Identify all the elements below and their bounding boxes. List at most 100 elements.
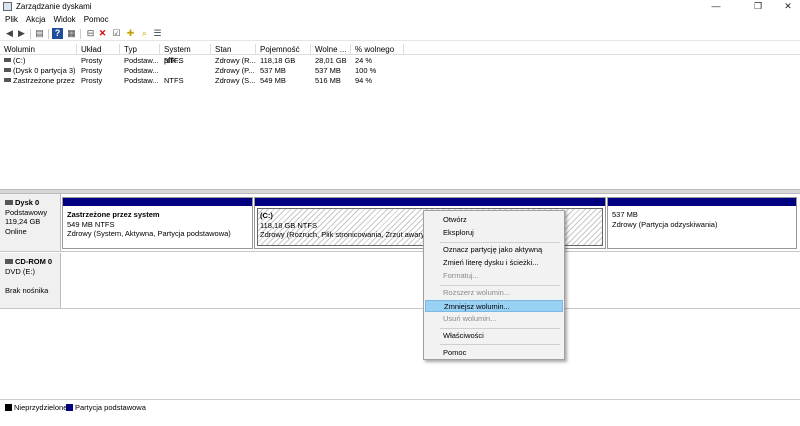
cell-wolumin: (Dysk 0 partycja 3) [0,66,77,76]
disk-size: 119,24 GB [5,217,41,226]
cell-typ: Podstaw... [124,76,159,85]
forward-arrow-icon[interactable]: ▶ [16,28,27,39]
cell-typ: Podstaw... [124,66,159,75]
partition-body: 537 MB Zdrowy (Partycja odzyskiwania) [610,208,794,246]
cell-wolumin: (C:) [0,56,77,66]
disk-status: Online [5,226,27,236]
cell-pojemnosc: 549 MB [260,76,286,85]
cell-pojemnosc: 118,18 GB [260,56,296,65]
minimize-button[interactable]: — [704,0,728,13]
toolbar-separator [30,29,31,39]
menu-item-oznacz-jako-aktywna[interactable]: Oznacz partycję jako aktywną [425,244,563,256]
cell-text: (C:) [13,56,26,65]
cell-stan: Zdrowy (R... [215,56,256,65]
menu-item-eksploruj[interactable]: Eksploruj [425,227,563,239]
title-bar: Zarządzanie dyskami — ❐ ✕ [0,0,800,13]
delete-icon[interactable]: ✕ [97,28,108,39]
column-header-wolumin[interactable]: Wolumin [0,44,77,55]
legend-swatch-primary-partition [66,404,73,411]
menu-item-usun-wolumin[interactable]: Usuń wolumin... [425,313,563,325]
partition-status: Zdrowy (System, Aktywna, Partycja podsta… [67,229,231,238]
partition-size: 549 MB NTFS [67,219,115,229]
partition-recovery[interactable]: 537 MB Zdrowy (Partycja odzyskiwania) [607,197,797,249]
cell-text: Zastrzeżone przez ... [13,76,77,85]
connect-icon[interactable]: ⊟ [85,28,96,39]
volume-drive-icon [4,78,11,82]
back-arrow-icon[interactable]: ◀ [4,28,15,39]
close-button[interactable]: ✕ [776,0,800,13]
cell-system-plikow: NTFS [164,76,184,85]
legend: Nieprzydzielone Partycja podstawowa [0,399,800,413]
disk-status: Brak nośnika [5,285,49,295]
disk-name: Dysk 0 [15,198,40,207]
menu-item-otworz[interactable]: Otwórz [425,214,563,226]
menu-separator [440,328,560,329]
cell-text: (Dysk 0 partycja 3) [13,66,76,75]
cell-stan: Zdrowy (P... [215,66,255,75]
help-icon[interactable]: ? [52,28,63,39]
cell-wolne: 516 MB [315,76,341,85]
column-header-system-plikow[interactable]: System plik... [160,44,211,65]
window-title: Zarządzanie dyskami [16,2,92,11]
cell-wolumin: Zastrzeżone przez ... [0,76,77,86]
column-header-procent-wolnego[interactable]: % wolnego [351,44,404,55]
volume-drive-icon [4,58,11,62]
disk-label-dysk-0[interactable]: Dysk 0 Podstawowy 119,24 GB Online [0,194,61,251]
disk-name: CD-ROM 0 [15,257,53,266]
disk-graphical-view: Dysk 0 Podstawowy 119,24 GB Online Zastr… [0,194,800,397]
menu-item-formatuj[interactable]: Formatuj... [425,270,563,282]
menu-item-zmniejsz-wolumin[interactable]: Zmniejsz wolumin... [425,300,563,312]
column-header-uklad[interactable]: Układ [77,44,120,55]
partition-size: 537 MB [612,210,638,219]
menu-separator [440,242,560,243]
cell-stan: Zdrowy (S... [215,76,256,85]
cell-typ: Podstaw... [124,56,159,65]
menu-item-pomoc[interactable]: Pomoc [425,347,563,359]
disk-size [5,276,60,286]
menu-separator [440,344,560,345]
table-row[interactable]: (C:) Prosty Podstaw... NTFS Zdrowy (R...… [0,56,800,66]
partition-body: Zastrzeżone przez system 549 MB NTFS Zdr… [65,208,250,246]
cell-procent-wolnego: 100 % [355,66,377,75]
hard-disk-icon [5,200,13,205]
table-row[interactable]: (Dysk 0 partycja 3) Prosty Podstaw... Zd… [0,66,800,76]
partition-system-reserved[interactable]: Zastrzeżone przez system 549 MB NTFS Zdr… [62,197,253,249]
partition-primary-bar [608,198,796,206]
menu-plik[interactable]: Plik [0,14,22,26]
console-tree-icon[interactable]: ▤ [34,28,45,39]
menu-item-rozszerz-wolumin[interactable]: Rozszerz wolumin... [425,287,563,299]
volume-drive-icon [4,68,11,72]
menu-akcja[interactable]: Akcja [22,14,50,26]
menu-pomoc[interactable]: Pomoc [80,14,113,26]
column-header-wolne[interactable]: Wolne ... [311,44,351,55]
legend-label-unallocated: Nieprzydzielone [14,403,68,412]
search-icon[interactable]: ⌕ [139,28,150,39]
menu-item-wlasciwosci[interactable]: Właściwości [425,330,563,342]
volume-table-header: Wolumin Układ Typ System plik... Stan Po… [0,44,800,65]
cell-uklad: Prosty [81,76,103,85]
disk-row-dysk-0: Dysk 0 Podstawowy 119,24 GB Online Zastr… [0,194,800,252]
partition-primary-bar [255,198,605,206]
column-header-stan[interactable]: Stan [211,44,256,55]
disk-row-cd-rom-0: CD-ROM 0 DVD (E:) Brak nośnika [0,253,800,309]
maximize-button[interactable]: ❐ [746,0,770,13]
menu-item-zmien-litere[interactable]: Zmień literę dysku i ścieżki... [425,257,563,269]
cell-procent-wolnego: 94 % [355,76,373,85]
column-header-pojemnosc[interactable]: Pojemność [256,44,311,55]
disk-type: DVD (E:) [5,266,35,276]
list-view-icon[interactable]: ☰ [152,28,163,39]
properties-icon[interactable]: ▦ [66,28,77,39]
new-file-icon[interactable]: ✚ [125,28,136,39]
check-icon[interactable]: ☑ [111,28,122,39]
cell-pojemnosc: 537 MB [260,66,286,75]
table-row[interactable]: Zastrzeżone przez ... Prosty Podstaw... … [0,76,800,86]
toolbar-separator [48,29,49,39]
disk-label-cd-rom-0[interactable]: CD-ROM 0 DVD (E:) Brak nośnika [0,253,61,308]
legend-swatch-unallocated [5,404,12,411]
cell-procent-wolnego: 24 % [355,56,373,65]
menu-widok[interactable]: Widok [49,14,79,26]
column-header-typ[interactable]: Typ [120,44,160,55]
cd-rom-icon [5,259,13,264]
menu-separator [440,285,560,286]
disk-management-app-icon [3,2,12,11]
